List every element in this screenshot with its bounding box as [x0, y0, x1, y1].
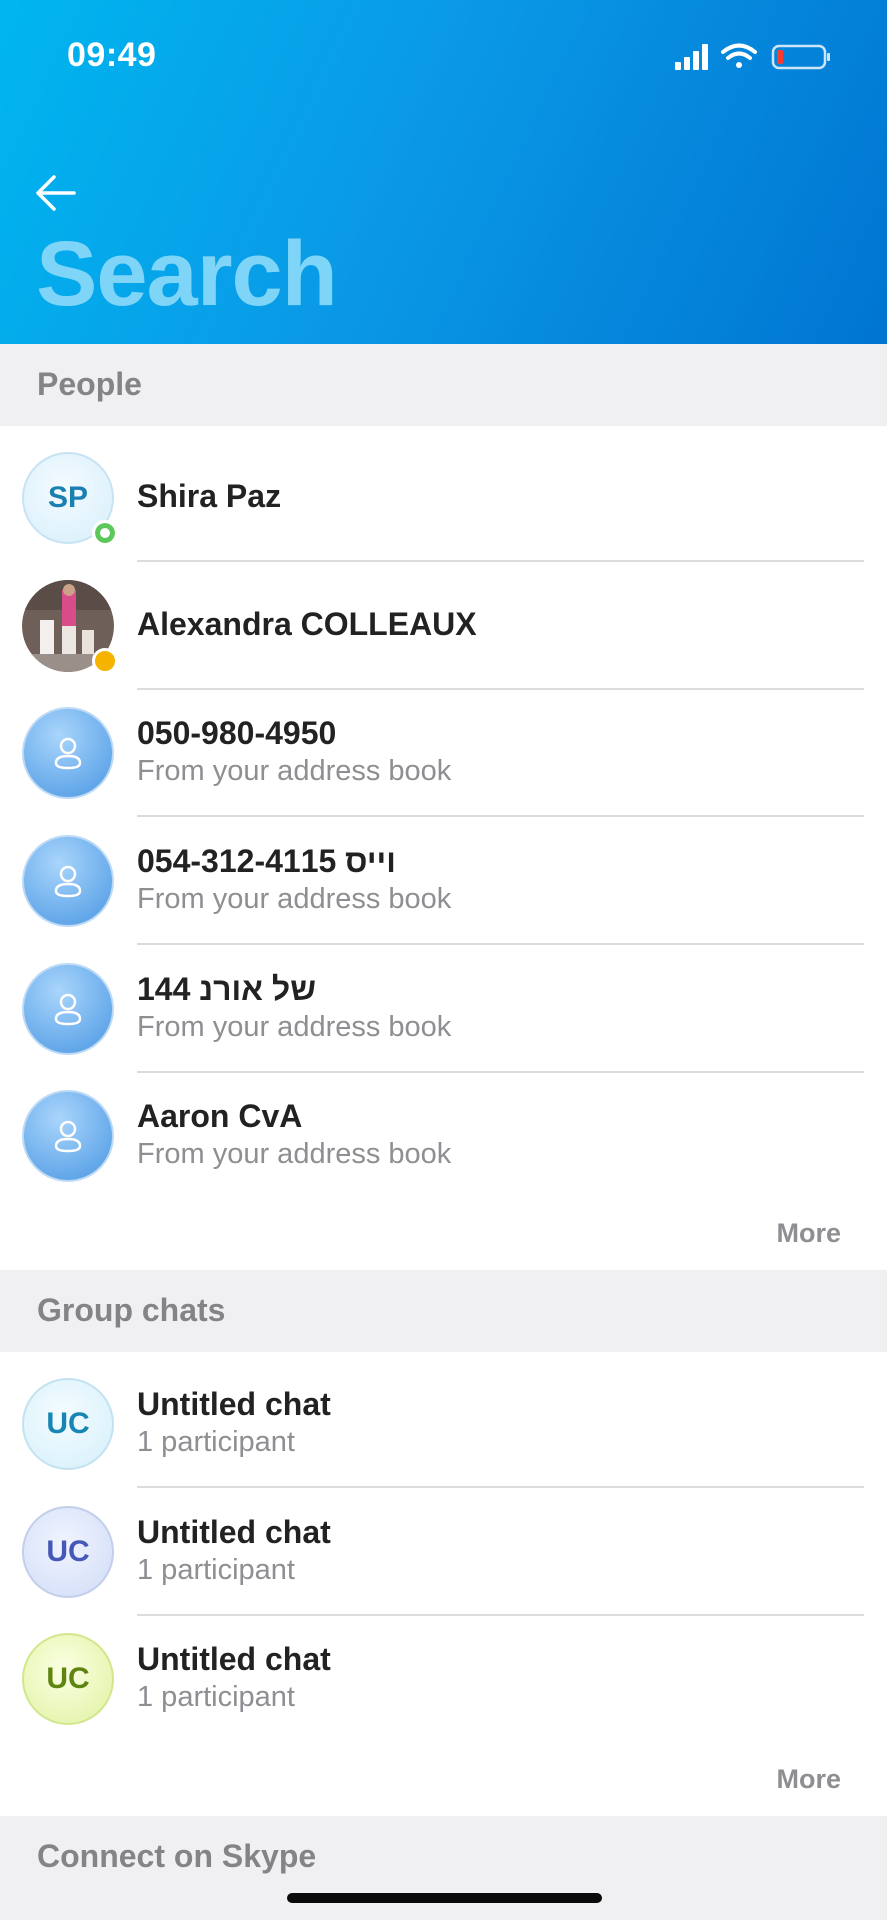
header: 09:49 Search	[0, 0, 887, 344]
battery-icon	[771, 44, 830, 70]
section-header-connect: Connect on Skype	[0, 1816, 887, 1920]
avatar-initials: UC	[46, 1662, 90, 1695]
list-item-contact[interactable]: Aaron CvA From your address book	[0, 1064, 887, 1191]
section-title: Connect on Skype	[37, 1838, 317, 1874]
contact-name: וייס 054-312-4115	[137, 843, 396, 879]
contact-name: 050-980-4950	[137, 715, 337, 751]
avatar: UC	[22, 1378, 114, 1470]
list-item-contact[interactable]: וייס 054-312-4115 From your address book	[0, 809, 887, 945]
contact-subtitle: From your address book	[137, 883, 452, 915]
avatar-photo	[22, 580, 118, 674]
wifi-icon	[721, 43, 757, 68]
list-item-contact[interactable]: 144 של אורנ From your address book	[0, 937, 887, 1073]
contact-name: Aaron CvA	[137, 1098, 303, 1134]
chat-subtitle: 1 participant	[137, 1681, 295, 1713]
chat-name: Untitled chat	[137, 1641, 331, 1677]
chat-name: Untitled chat	[137, 1514, 331, 1550]
chat-subtitle: 1 participant	[137, 1554, 295, 1586]
section-header-people: People	[0, 344, 887, 426]
signal-icon	[675, 44, 708, 70]
status-time: 09:49	[67, 36, 157, 74]
status-icons	[675, 43, 830, 70]
presence-online-icon	[92, 520, 118, 546]
avatar	[22, 963, 114, 1055]
presence-away-icon	[92, 648, 118, 674]
more-people-button[interactable]: More	[776, 1218, 841, 1249]
contact-person-icon	[54, 1120, 82, 1153]
page-title: Search	[36, 223, 338, 325]
chat-name: Untitled chat	[137, 1386, 331, 1422]
contact-subtitle: From your address book	[137, 755, 452, 787]
list-item-group-chat[interactable]: UC Untitled chat 1 participant	[0, 1352, 887, 1488]
person-name: Shira Paz	[137, 478, 282, 514]
back-arrow-icon[interactable]	[32, 170, 78, 216]
list-item-group-chat[interactable]: UC Untitled chat 1 participant	[0, 1607, 887, 1734]
list-item-person[interactable]: SP Shira Paz	[0, 426, 887, 562]
contact-subtitle: From your address book	[137, 1011, 452, 1043]
avatar-initials: UC	[46, 1407, 90, 1440]
avatar	[22, 835, 114, 927]
avatar: UC	[22, 1633, 114, 1725]
chat-subtitle: 1 participant	[137, 1426, 295, 1458]
contact-person-icon	[54, 993, 82, 1026]
list-item-contact[interactable]: 050-980-4950 From your address book	[0, 681, 887, 817]
contact-person-icon	[54, 737, 82, 770]
contact-subtitle: From your address book	[137, 1138, 452, 1170]
list-item-person[interactable]: Alexandra COLLEAUX	[0, 554, 887, 690]
section-title: Group chats	[37, 1292, 226, 1328]
more-group-chats-button[interactable]: More	[776, 1764, 841, 1795]
avatar: UC	[22, 1506, 114, 1598]
section-header-group-chats: Group chats	[0, 1270, 887, 1352]
avatar-initials: SP	[47, 481, 89, 514]
contact-person-icon	[54, 865, 82, 898]
avatar	[22, 707, 114, 799]
person-name: Alexandra COLLEAUX	[137, 606, 477, 642]
avatar	[22, 1090, 114, 1182]
avatar-initials: UC	[46, 1535, 90, 1568]
avatar: SP	[22, 452, 118, 546]
contact-name: 144 של אורנ	[137, 971, 316, 1007]
list-item-group-chat[interactable]: UC Untitled chat 1 participant	[0, 1480, 887, 1616]
home-indicator[interactable]	[287, 1893, 602, 1903]
section-title: People	[37, 366, 142, 402]
